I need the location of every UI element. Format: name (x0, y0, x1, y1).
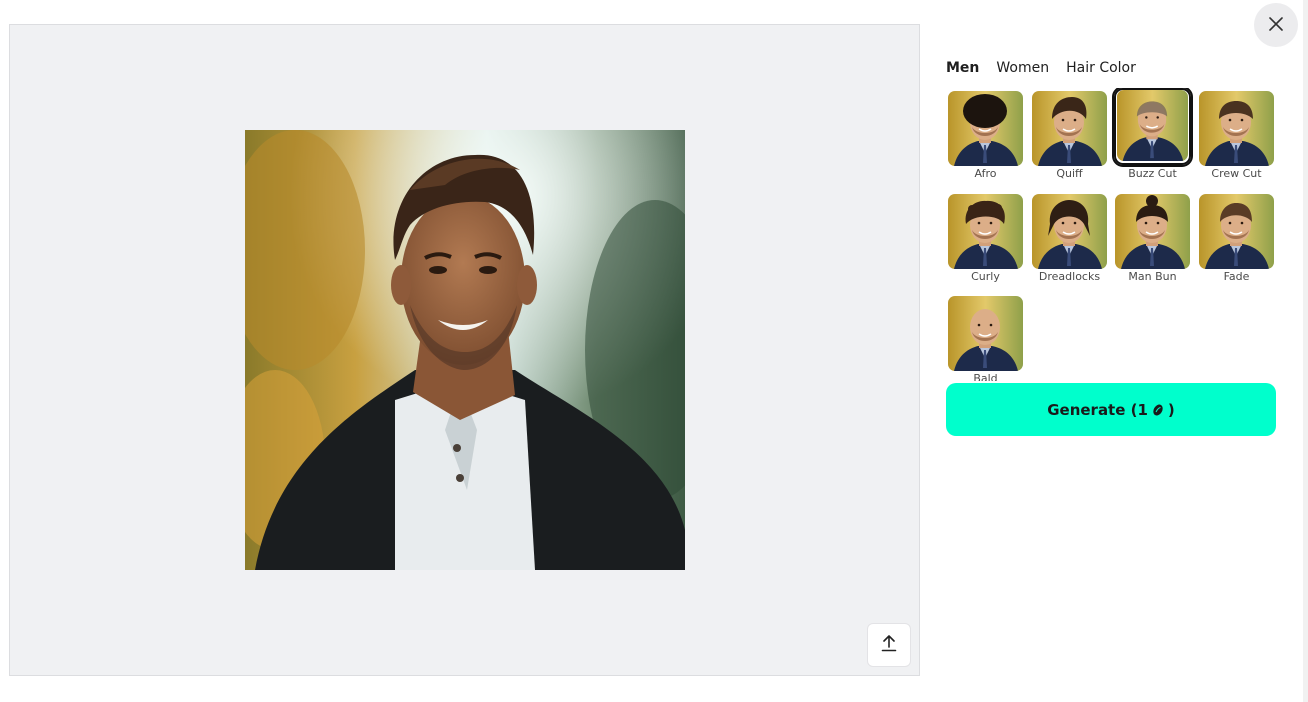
hairstyle-label: Fade (1223, 270, 1250, 283)
hairstyle-option-bald[interactable]: Bald (946, 293, 1025, 381)
credit-coin-icon (1152, 403, 1164, 417)
thumbnail-frame (1198, 191, 1275, 269)
hairstyle-option-dreads[interactable]: Dreadlocks (1030, 191, 1109, 283)
hairstyle-thumbnail (1199, 91, 1274, 166)
thumbnail-frame (947, 88, 1024, 166)
thumbnail-frame (1031, 191, 1108, 269)
thumbnail-frame (1198, 88, 1275, 166)
hairstyle-label: Man Bun (1128, 270, 1177, 283)
hairstyle-thumbnail (1199, 194, 1274, 269)
thumbnail-frame (1114, 191, 1191, 269)
tab-men[interactable]: Men (946, 60, 979, 76)
hairstyle-thumbnail (1032, 91, 1107, 166)
hairstyle-option-afro[interactable]: Afro (946, 88, 1025, 180)
uploaded-photo (245, 130, 685, 570)
hairstyle-label: Curly (971, 270, 1000, 283)
hairstyle-thumbnail (1117, 90, 1188, 161)
hairstyle-option-bun[interactable]: Man Bun (1113, 191, 1192, 283)
upload-button[interactable] (867, 623, 911, 667)
hairstyle-thumbnail (948, 194, 1023, 269)
generate-label-prefix: Generate (1 (1047, 400, 1148, 419)
tab-hair-color[interactable]: Hair Color (1066, 60, 1136, 76)
hairstyle-thumbnail (948, 296, 1023, 371)
close-icon (1269, 16, 1283, 35)
hairstyle-option-curly[interactable]: Curly (946, 191, 1025, 283)
category-tabs: Men Women Hair Color (946, 60, 1136, 76)
upload-icon (881, 634, 897, 656)
thumbnail-frame (1031, 88, 1108, 166)
generate-label-suffix: ) (1167, 400, 1175, 419)
hairstyle-label: Crew Cut (1211, 167, 1262, 180)
generate-button[interactable]: Generate (1 ) (946, 383, 1276, 436)
hairstyle-modal: Men Women Hair Color Afro Quiff Buzz Cut Cr… (0, 0, 1303, 702)
hairstyle-option-crew[interactable]: Crew Cut (1197, 88, 1276, 180)
thumbnail-frame (947, 191, 1024, 269)
hairstyle-option-buzz[interactable]: Buzz Cut (1112, 88, 1193, 180)
hairstyle-thumbnail (1032, 194, 1107, 269)
close-button[interactable] (1254, 3, 1298, 47)
hairstyle-label: Quiff (1056, 167, 1083, 180)
hairstyle-option-fade[interactable]: Fade (1197, 191, 1276, 283)
hairstyle-label: Afro (974, 167, 997, 180)
tab-women[interactable]: Women (996, 60, 1049, 76)
hairstyle-label: Dreadlocks (1038, 270, 1101, 283)
hairstyle-grid: Afro Quiff Buzz Cut Crew Cut Curly Dreadlocks… (946, 88, 1276, 381)
hairstyle-thumbnail (1115, 194, 1190, 269)
hairstyle-label: Bald (973, 372, 998, 381)
hairstyle-option-quiff[interactable]: Quiff (1030, 88, 1109, 180)
hairstyle-thumbnail (948, 91, 1023, 166)
thumbnail-frame (1112, 88, 1193, 167)
preview-area (9, 24, 920, 676)
scrollbar-track[interactable] (1303, 0, 1308, 702)
thumbnail-frame (947, 293, 1024, 371)
hairstyle-label: Buzz Cut (1128, 167, 1177, 180)
